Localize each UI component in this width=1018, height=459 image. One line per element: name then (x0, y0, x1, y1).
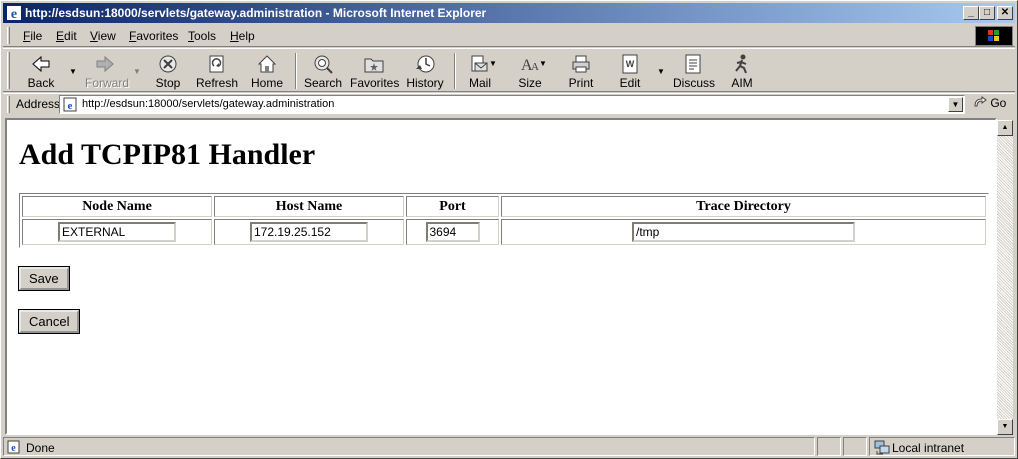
favorites-button[interactable]: Favorites (350, 51, 399, 91)
address-dropdown-button[interactable]: ▼ (948, 97, 963, 112)
go-arrow-icon (974, 96, 987, 107)
svg-text:e: e (11, 443, 16, 454)
menu-file[interactable]: File (23, 29, 42, 43)
forward-arrow-icon (96, 55, 114, 73)
aim-button[interactable]: AIM (729, 51, 755, 91)
status-main-panel: e Done (3, 437, 815, 456)
title-bar: e http://esdsun:18000/servlets/gateway.a… (3, 3, 1015, 23)
go-label: Go (990, 96, 1007, 110)
status-panel-blank (843, 437, 867, 456)
menu-edit[interactable]: Edit (56, 29, 77, 43)
stop-button[interactable]: Stop (153, 51, 183, 91)
minimize-button[interactable]: _ (963, 6, 979, 20)
edit-page-icon: W (622, 54, 638, 74)
address-url: http://esdsun:18000/servlets/gateway.adm… (82, 98, 335, 110)
status-bar: e Done Local intranet (3, 437, 1015, 457)
refresh-icon (209, 55, 224, 73)
go-button[interactable]: Go (973, 96, 1006, 110)
svg-text:W: W (626, 59, 635, 69)
page-done-icon: e (7, 440, 20, 454)
save-button[interactable]: Save (18, 266, 70, 291)
toolbar-grip[interactable] (7, 52, 10, 89)
ie-logo-icon: e (7, 6, 21, 21)
favorites-folder-icon (364, 58, 384, 73)
page-content: Add TCPIP81 Handler Node Name Host Name … (5, 118, 997, 435)
local-intranet-icon (874, 440, 890, 455)
menu-favorites[interactable]: Favorites (129, 29, 178, 43)
vertical-scrollbar[interactable]: ▲ ▼ (997, 120, 1013, 435)
search-icon (314, 55, 333, 74)
refresh-button[interactable]: Refresh (196, 51, 238, 91)
window-title: http://esdsun:18000/servlets/gateway.adm… (25, 6, 487, 20)
cell-node-name (22, 219, 212, 245)
home-icon (257, 55, 277, 73)
scroll-down-button[interactable]: ▼ (997, 419, 1013, 435)
edit-dropdown-icon[interactable]: ▼ (657, 67, 665, 76)
history-button[interactable]: History (405, 51, 445, 91)
ie-page-icon: e (63, 97, 77, 112)
status-panel-blank (817, 437, 841, 456)
status-zone-panel: Local intranet (869, 437, 1015, 456)
svg-text:e: e (68, 100, 73, 112)
header-node-name: Node Name (22, 196, 212, 217)
menu-grip[interactable] (7, 27, 10, 44)
toolbar-separator (295, 53, 297, 89)
printer-icon (572, 55, 590, 73)
toolbar-separator (454, 53, 456, 89)
cell-port (406, 219, 499, 245)
port-input[interactable] (425, 222, 480, 242)
header-host-name: Host Name (214, 196, 404, 217)
close-button[interactable]: ✕ (997, 6, 1013, 20)
back-dropdown-icon[interactable]: ▼ (69, 67, 77, 76)
windows-logo-icon (975, 26, 1013, 46)
address-input[interactable]: e http://esdsun:18000/servlets/gateway.a… (59, 95, 965, 114)
stop-icon (159, 55, 177, 73)
aim-running-man-icon (735, 54, 747, 74)
security-zone-text: Local intranet (892, 441, 965, 455)
page-title: Add TCPIP81 Handler (19, 138, 316, 171)
address-grip[interactable] (7, 96, 10, 113)
discuss-button[interactable]: Discuss (673, 51, 715, 91)
header-trace-directory: Trace Directory (501, 196, 986, 217)
edit-button[interactable]: W Edit (616, 51, 644, 91)
status-text: Done (26, 441, 55, 455)
cancel-button[interactable]: Cancel (17, 309, 81, 334)
discuss-icon (685, 54, 701, 74)
back-arrow-icon (32, 55, 50, 73)
history-icon (416, 55, 435, 73)
table-header-row: Node Name Host Name Port Trace Directory (22, 196, 986, 217)
size-button[interactable]: AA Size (515, 51, 545, 91)
address-label: Address (16, 97, 61, 111)
forward-button[interactable]: Forward (85, 51, 129, 91)
cell-host-name (214, 219, 404, 245)
menu-view[interactable]: View (90, 29, 116, 43)
home-button[interactable]: Home (249, 51, 285, 91)
svg-text:A: A (531, 61, 539, 73)
font-size-icon: AA (521, 57, 539, 74)
svg-text:e: e (11, 7, 17, 21)
header-port: Port (406, 196, 499, 217)
trace-directory-input[interactable] (632, 222, 855, 242)
size-dropdown-icon[interactable]: ▼ (539, 59, 547, 68)
cell-trace-directory (501, 219, 986, 245)
table-row (22, 219, 986, 245)
host-name-input[interactable] (250, 222, 368, 242)
print-button[interactable]: Print (566, 51, 596, 91)
menu-help[interactable]: Help (230, 29, 255, 43)
browser-window: e http://esdsun:18000/servlets/gateway.a… (0, 0, 1018, 459)
node-name-input[interactable] (58, 222, 176, 242)
mail-dropdown-icon[interactable]: ▼ (489, 59, 497, 68)
menu-bar: File Edit View Favorites Tools Help (3, 25, 1015, 47)
handler-table: Node Name Host Name Port Trace Directory (19, 193, 989, 248)
address-bar: Address e http://esdsun:18000/servlets/g… (3, 93, 1015, 115)
menu-tools[interactable]: Tools (188, 29, 216, 43)
scroll-up-button[interactable]: ▲ (997, 120, 1013, 136)
forward-dropdown-icon[interactable]: ▼ (133, 67, 141, 76)
standard-toolbar: Back ▼ Forward ▼ Stop Refresh Home Searc… (3, 48, 1015, 92)
back-button[interactable]: Back (23, 51, 59, 91)
search-button[interactable]: Search (304, 51, 342, 91)
mail-icon (471, 55, 488, 72)
mail-button[interactable]: Mail (465, 51, 495, 91)
maximize-button[interactable]: □ (979, 6, 995, 20)
